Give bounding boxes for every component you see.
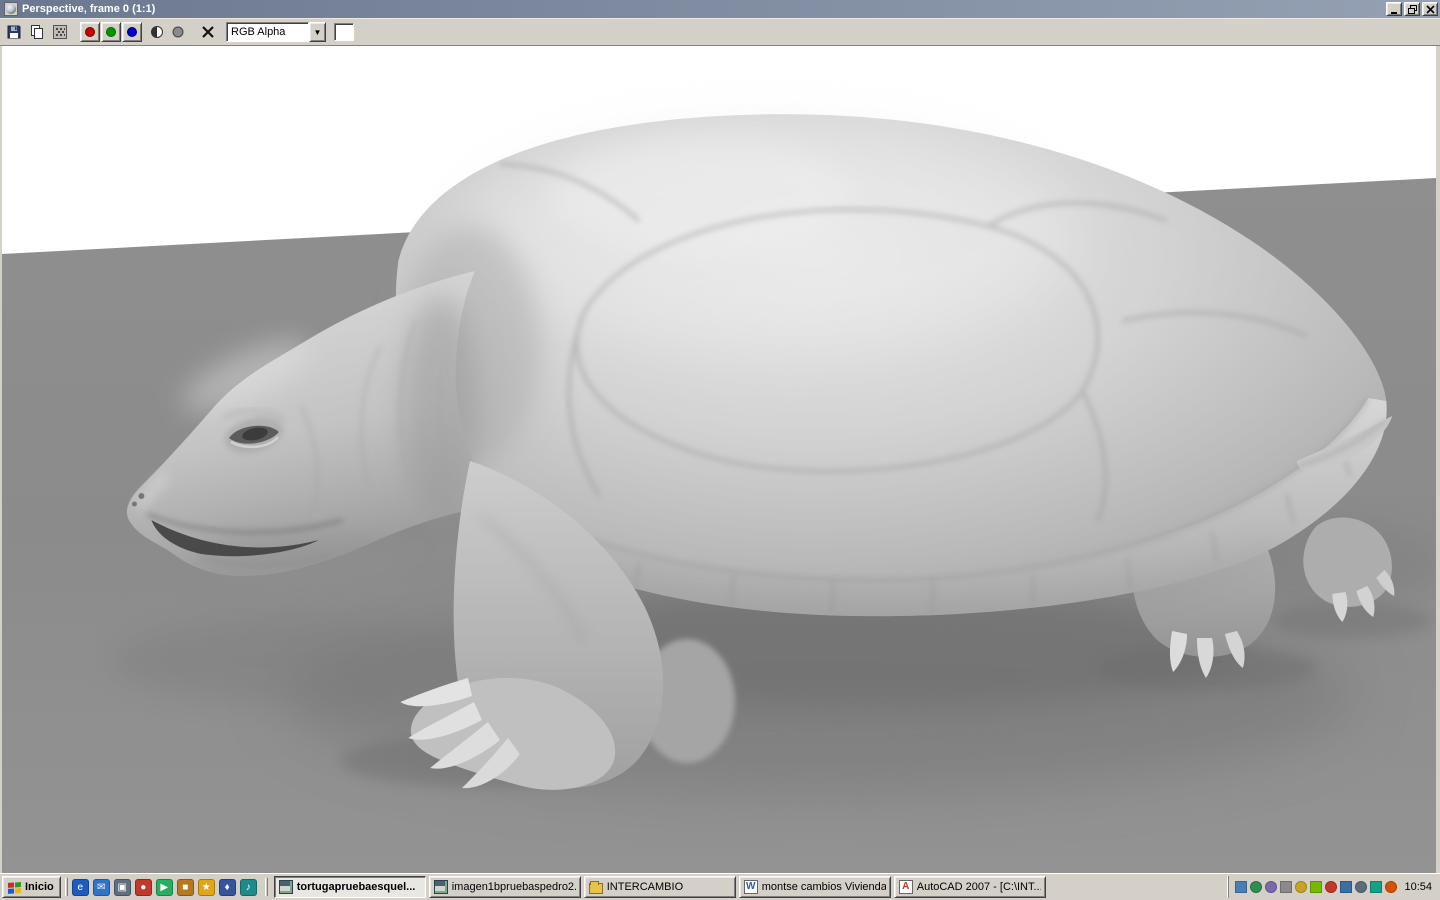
background-color-swatch[interactable]	[334, 23, 354, 41]
autocad-icon: A	[898, 880, 913, 894]
minimize-button[interactable]	[1386, 2, 1402, 16]
app-icon	[4, 2, 18, 16]
restore-icon	[1407, 4, 1417, 14]
start-label: Inicio	[25, 881, 54, 893]
update-icon[interactable]	[1295, 881, 1308, 893]
printer-icon[interactable]	[1280, 881, 1293, 893]
blue-channel-button[interactable]	[122, 22, 142, 42]
display-settings-icon[interactable]	[1235, 881, 1248, 893]
render-window-icon	[278, 880, 293, 894]
explorer-icon[interactable]: ■	[176, 878, 194, 896]
clock: 10:54	[1404, 881, 1432, 893]
toolbar-grip[interactable]	[64, 878, 68, 896]
clear-x-icon	[202, 26, 214, 38]
taskbar: Inicio e ✉ ▣ ● ▶ ■ ★ ♦ ♪ tortugapruebaes…	[0, 873, 1440, 900]
rendered-frame	[2, 46, 1436, 873]
save-bitmap-button[interactable]	[3, 21, 25, 43]
clone-window-button[interactable]	[49, 21, 71, 43]
alpha-channel-icon	[151, 26, 163, 38]
quick-launch: e ✉ ▣ ● ▶ ■ ★ ♦ ♪	[71, 878, 261, 896]
task-button-tortuga[interactable]: tortugapruebaesquel...	[273, 876, 426, 898]
tasks-grip[interactable]	[264, 878, 268, 896]
red-channel-icon	[85, 27, 95, 37]
internet-explorer-icon[interactable]: e	[71, 878, 89, 896]
antivirus-icon[interactable]	[1250, 881, 1263, 893]
close-button[interactable]	[1422, 2, 1438, 16]
dropdown-arrow-icon[interactable]: ▼	[309, 22, 326, 42]
task-button-imagen[interactable]: imagen1bpruebaspedro2...	[428, 876, 581, 898]
task-buttons: tortugapruebaesquel... imagen1bpruebaspe…	[273, 876, 1046, 898]
winamp-icon[interactable]: ★	[197, 878, 215, 896]
start-button[interactable]: Inicio	[2, 876, 61, 898]
floppy-icon	[7, 25, 21, 39]
close-icon	[1425, 4, 1435, 14]
blue-channel-icon	[127, 27, 137, 37]
task-button-intercambio[interactable]: INTERCAMBIO	[583, 876, 736, 898]
word-icon: W	[743, 880, 758, 894]
channel-display-value: RGB Alpha	[226, 22, 309, 42]
green-channel-button[interactable]	[101, 22, 121, 42]
outlook-express-icon[interactable]: ✉	[92, 878, 110, 896]
messenger-icon[interactable]: ▶	[155, 878, 173, 896]
messenger-tray-icon[interactable]	[1265, 881, 1278, 893]
show-desktop-icon[interactable]: ▣	[113, 878, 131, 896]
clone-icon	[53, 25, 67, 39]
scanner-icon[interactable]	[1370, 881, 1383, 893]
battery-icon[interactable]	[1385, 881, 1398, 893]
firewall-icon[interactable]	[1325, 881, 1338, 893]
mail-icon[interactable]: ♦	[218, 878, 236, 896]
clear-button[interactable]	[197, 21, 219, 43]
monochrome-icon	[172, 26, 184, 38]
copy-image-button[interactable]	[26, 21, 48, 43]
render-viewport	[0, 46, 1440, 873]
minimize-icon	[1390, 11, 1397, 14]
task-button-autocad[interactable]: A AutoCAD 2007 - [C:\INT...	[893, 876, 1046, 898]
channel-display-dropdown[interactable]: RGB Alpha ▼	[226, 22, 326, 42]
restore-button[interactable]	[1404, 2, 1420, 16]
volume-icon[interactable]	[1355, 881, 1368, 893]
copy-icon	[31, 25, 43, 39]
render-window-icon	[433, 880, 448, 894]
green-channel-icon	[106, 27, 116, 37]
media-player-icon[interactable]: ●	[134, 878, 152, 896]
music-icon[interactable]: ♪	[239, 878, 257, 896]
alpha-channel-button[interactable]	[147, 22, 167, 42]
red-channel-button[interactable]	[80, 22, 100, 42]
task-button-word-doc[interactable]: W montse cambios Vivienda...	[738, 876, 891, 898]
network-icon[interactable]	[1340, 881, 1353, 893]
render-toolbar: RGB Alpha ▼	[0, 18, 1440, 46]
window-title: Perspective, frame 0 (1:1)	[22, 3, 156, 15]
titlebar: Perspective, frame 0 (1:1)	[0, 0, 1440, 18]
graphics-driver-icon[interactable]	[1310, 881, 1323, 893]
monochrome-button[interactable]	[168, 22, 188, 42]
folder-icon	[588, 881, 603, 894]
system-tray: 10:54	[1228, 876, 1438, 898]
windows-logo-icon	[8, 882, 21, 894]
